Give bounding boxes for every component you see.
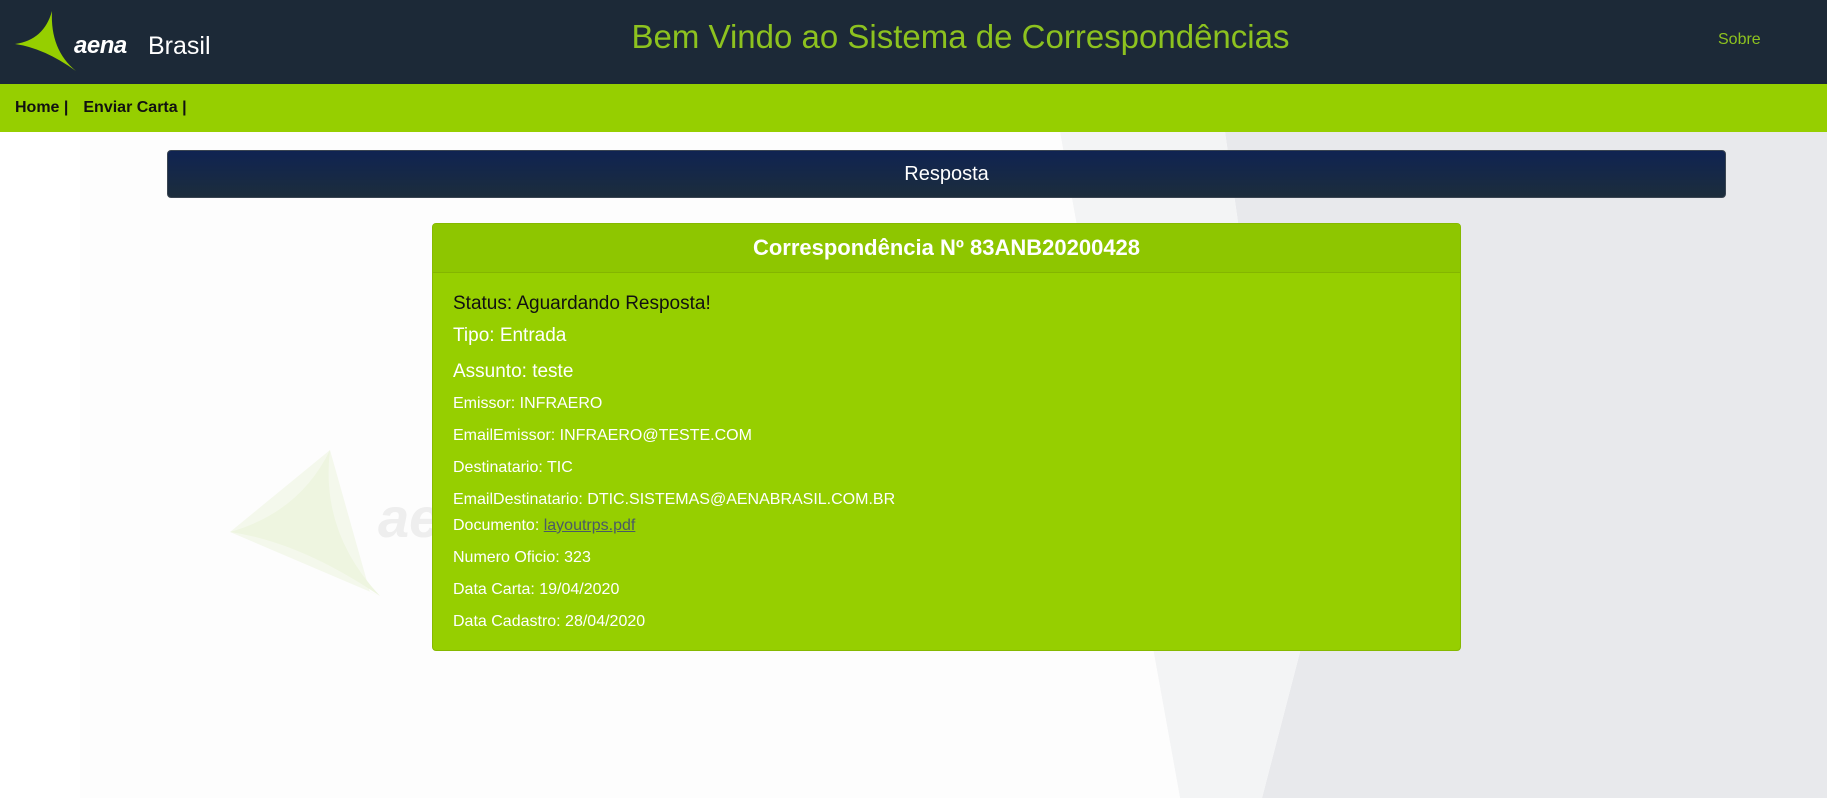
section-title-bar: Resposta	[167, 150, 1726, 198]
about-link[interactable]: Sobre	[1718, 31, 1761, 49]
svg-text:ae: ae	[378, 486, 440, 549]
tipo-text: Tipo: Entrada	[453, 325, 567, 346]
card-title: Correspondência Nº 83ANB20200428	[752, 235, 1141, 260]
status-text: Status: Aguardando Resposta!	[453, 293, 711, 314]
main-nav: Home | Enviar Carta |	[0, 84, 1827, 132]
data-cadastro-text: Data Cadastro: 28/04/2020	[453, 613, 646, 630]
documento-row: Documento: layoutrps.pdf	[453, 517, 635, 535]
emissor-text: Emissor: INFRAERO	[453, 395, 603, 412]
email-destinatario-text: EmailDestinatario: DTIC.SISTEMAS@AENABRA…	[453, 491, 896, 508]
page-title: Bem Vindo ao Sistema de Correspondências	[631, 18, 1290, 55]
documento-label: Documento:	[453, 517, 544, 534]
destinatario-text: Destinatario: TIC	[453, 459, 573, 476]
nav-home[interactable]: Home |	[15, 99, 68, 117]
documento-link[interactable]: layoutrps.pdf	[544, 517, 636, 534]
data-carta-text: Data Carta: 19/04/2020	[453, 581, 620, 598]
correspondence-card: Correspondência Nº 83ANB20200428 Status:…	[432, 223, 1461, 651]
assunto-text: Assunto: teste	[453, 361, 574, 382]
numero-oficio-text: Numero Oficio: 323	[453, 549, 591, 566]
nav-enviar-carta[interactable]: Enviar Carta |	[83, 99, 186, 117]
email-emissor-text: EmailEmissor: INFRAERO@TESTE.COM	[453, 427, 752, 444]
app-header: aena Brasil Bem Vindo ao Sistema de Corr…	[0, 0, 1827, 84]
card-header: Correspondência Nº 83ANB20200428	[433, 224, 1460, 273]
section-title: Resposta	[904, 162, 989, 185]
